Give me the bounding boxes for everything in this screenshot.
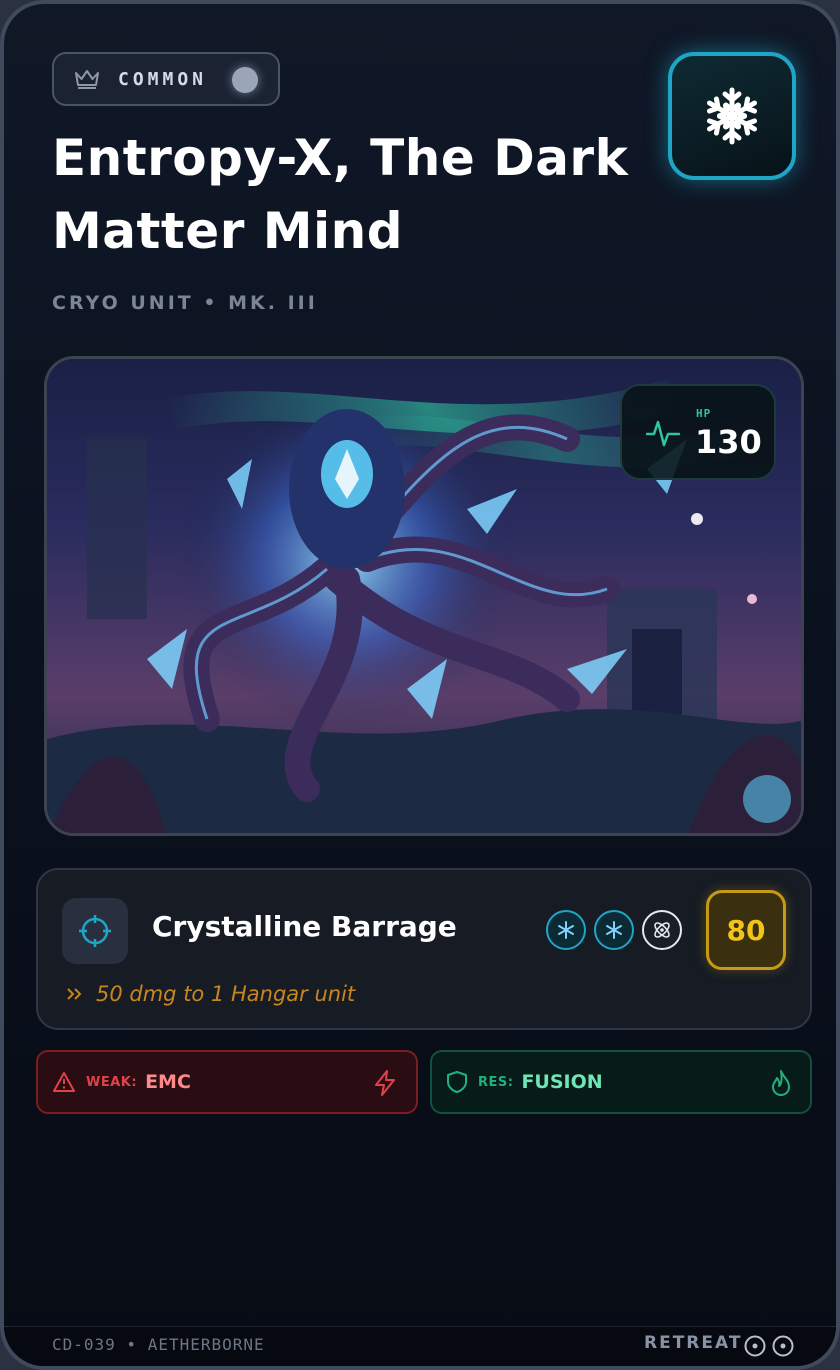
hp-value: 130 [695, 423, 762, 461]
rarity-label: COMMON [118, 68, 208, 90]
card-subtitle: CRYO UNIT • MK. III [52, 292, 318, 314]
hp-label: HP [696, 407, 712, 420]
hp-badge: HP 130 [620, 384, 776, 480]
pulse-icon [646, 420, 680, 447]
energy-cost-cryo [546, 910, 586, 950]
weakness-chip: WEAK: EMC [36, 1050, 418, 1114]
attack-effect-text: 50 dmg to 1 Hangar unit [96, 982, 356, 1006]
warning-icon [53, 1072, 75, 1092]
retreat-label: RETREAT [644, 1333, 743, 1353]
energy-cost-cryo [594, 910, 634, 950]
atom-icon [654, 922, 670, 938]
retreat-cost [744, 1335, 794, 1357]
attack-panel[interactable]: Crystalline Barrage 80 50 dmg to 1 Hanga… [36, 868, 812, 1030]
resistance-value: FUSION [521, 1071, 603, 1093]
flame-icon [772, 1070, 790, 1096]
weakness-value: EMC [145, 1071, 191, 1093]
attack-effect: 50 dmg to 1 Hangar unit [66, 982, 355, 1006]
crown-icon [75, 70, 99, 89]
element-badge [668, 52, 796, 180]
game-card: COMMON Entropy-X, The Dark Matter Mind C… [0, 0, 840, 1370]
card-footer: CD-039 • AETHERBORNE RETREAT [4, 1326, 836, 1366]
attack-costs [546, 910, 682, 950]
retreat-energy-icon [772, 1335, 794, 1357]
rarity-badge: COMMON [52, 52, 280, 106]
shield-icon [447, 1071, 467, 1093]
weakness-key: WEAK: [86, 1074, 138, 1090]
attack-name: Crystalline Barrage [152, 910, 457, 943]
resistance-chip: RES: FUSION [430, 1050, 812, 1114]
resistance-key: RES: [478, 1074, 514, 1090]
attack-icon-box [62, 898, 128, 964]
card-title: Entropy-X, The Dark Matter Mind [52, 129, 629, 260]
energy-cost-neutral [642, 910, 682, 950]
snowflake-icon [558, 921, 574, 939]
snowflake-icon [606, 921, 622, 939]
snowflake-icon [702, 87, 762, 146]
retreat-energy-icon [744, 1335, 766, 1357]
attack-damage: 80 [706, 890, 786, 970]
card-code: CD-039 • AETHERBORNE [52, 1335, 265, 1354]
rarity-indicator [232, 67, 258, 93]
lightning-icon [375, 1070, 395, 1096]
crosshair-icon [79, 915, 111, 947]
double-chevron-icon [67, 988, 82, 1000]
